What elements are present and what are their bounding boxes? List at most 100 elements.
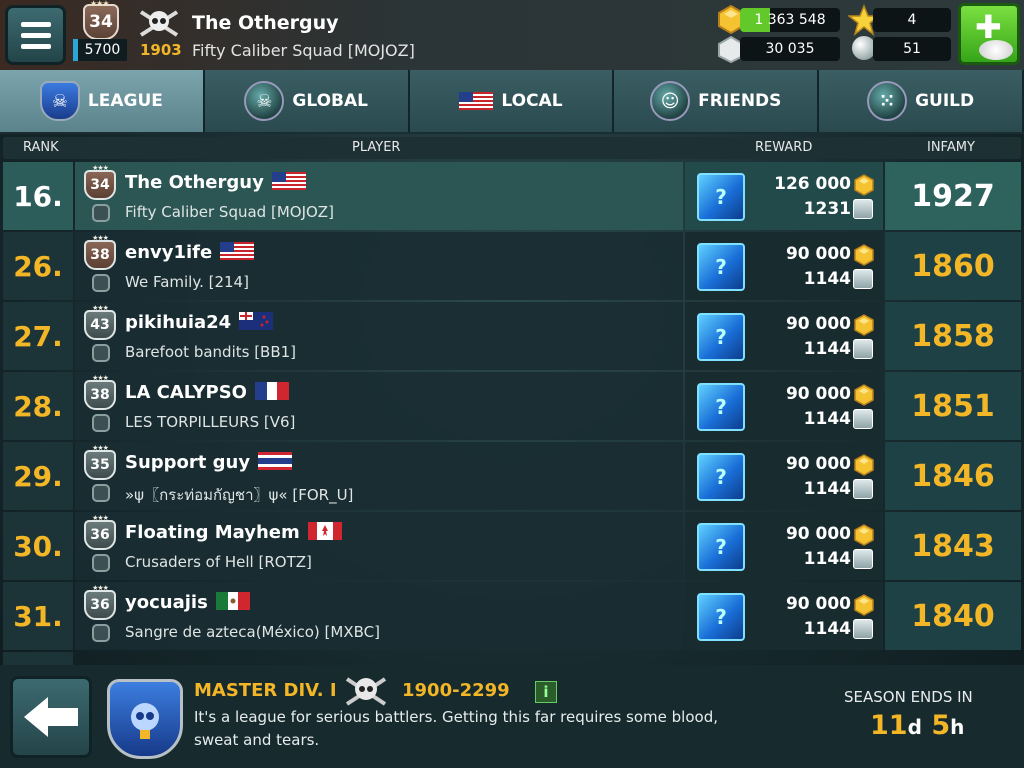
rank-stars-icon: ★★★ — [92, 374, 109, 382]
reward-silver: 1144 — [803, 619, 851, 639]
guild-icon — [92, 274, 110, 292]
tab-label: GLOBAL — [292, 91, 368, 111]
player-cell: ★★★ 38 LA CALYPSO LES TORPILLEURS [V6] — [75, 372, 683, 440]
player-guild: We Family. [214] — [125, 273, 249, 291]
player-name-line: Floating Mayhem — [125, 522, 342, 543]
table-row[interactable]: 31. ★★★ 36 yocuajis Sangre de azteca(Méxi… — [3, 582, 1021, 650]
rank-stars-icon: ★★★ — [92, 444, 109, 452]
us-flag-icon — [459, 92, 494, 110]
menu-button[interactable] — [5, 5, 66, 65]
tab-friends[interactable]: ☺ FRIENDS — [614, 70, 820, 132]
gold-icon — [854, 244, 874, 266]
table-row[interactable]: 30. ★★★ 36 Floating Mayhem Crusaders of H… — [3, 512, 1021, 580]
tab-guild[interactable]: ⁙ GUILD — [819, 70, 1024, 132]
reward-chest-icon: ? — [697, 313, 745, 361]
reward-chest-icon: ? — [697, 523, 745, 571]
reward-chest-icon: ? — [697, 173, 745, 221]
reward-gold: 90 000 — [785, 384, 851, 404]
tab-local[interactable]: LOCAL — [409, 70, 615, 132]
rank-value: 16. — [13, 179, 63, 213]
gold-icon — [854, 384, 874, 406]
guild-icon — [92, 624, 110, 642]
tab-global[interactable]: ☠ GLOBAL — [204, 70, 410, 132]
days-unit: d — [907, 715, 922, 739]
table-row[interactable]: 29. ★★★ 35 Support guy »ψ〖กระท่อมกัญชา〗ψ«… — [3, 442, 1021, 510]
player-cell: ★★★ 38 envy1ife We Family. [214] — [75, 232, 683, 300]
player-level: 43 — [90, 317, 110, 333]
player-name-line: The Otherguy — [125, 172, 306, 193]
reward-chest-icon: ? — [697, 593, 745, 641]
header-rank: RANK — [23, 140, 59, 155]
season-label: SEASON ENDS IN — [844, 688, 973, 706]
header-infamy: INFAMY — [927, 140, 975, 155]
pearl-counter: 51 — [873, 37, 951, 61]
country-flag-icon — [239, 312, 274, 330]
player-level-badge: ★★★ 34 — [84, 164, 116, 200]
tab-label: LEAGUE — [87, 91, 163, 111]
reward-cell: ? 90 000 1144 — [685, 232, 883, 300]
country-flag-icon — [271, 172, 306, 190]
rank-value: 31. — [13, 599, 63, 633]
player-guild: Barefoot bandits [BB1] — [125, 343, 297, 361]
player-guild: Fifty Caliber Squad [MOJOZ] — [192, 41, 415, 60]
reward-cell: ? 90 000 1144 — [685, 302, 883, 370]
country-flag-icon — [258, 452, 293, 470]
reward-silver: 1144 — [803, 339, 851, 359]
table-row[interactable]: 26. ★★★ 38 envy1ife We Family. [214] ? 90… — [3, 232, 1021, 300]
pearl-value: 51 — [903, 41, 921, 57]
player-level-badge: ★★★ 43 — [84, 304, 116, 340]
rank-cell: 27. — [3, 302, 73, 370]
reward-gold: 90 000 — [785, 244, 851, 264]
season-days: 11 — [870, 710, 908, 741]
back-button[interactable] — [10, 676, 92, 758]
table-row[interactable]: 27. ★★★ 43 pikihuia24 Barefoot bandits [B… — [3, 302, 1021, 370]
infamy-value: 1851 — [911, 388, 995, 424]
shop-add-button[interactable]: ✚ — [958, 3, 1020, 65]
player-name: LA CALYPSO — [125, 382, 247, 403]
player-level-badge: ★★★ 38 — [84, 234, 116, 270]
silver-icon — [853, 339, 873, 359]
table-row-current-player[interactable]: 16. ★★★ 34 The Otherguy Fifty Caliber Squ… — [3, 162, 1021, 230]
player-name-line: pikihuia24 — [125, 312, 274, 333]
rank-stars-icon: ★★★ — [92, 164, 109, 172]
header-reward: REWARD — [755, 140, 813, 155]
player-level-badge[interactable]: ★★★ 34 — [83, 0, 119, 40]
infamy-cell: 1840 — [885, 582, 1021, 650]
rank-cell: 30. — [3, 512, 73, 580]
tab-league[interactable]: ☠ LEAGUE — [0, 70, 205, 132]
gold-icon — [854, 594, 874, 616]
table-row-partial — [3, 652, 1021, 665]
player-cell: ★★★ 43 pikihuia24 Barefoot bandits [BB1] — [75, 302, 683, 370]
infamy-value: 1858 — [911, 318, 995, 354]
global-skull-icon: ☠ — [244, 81, 285, 121]
guild-icon: ⁙ — [867, 81, 908, 121]
player-guild: »ψ〖กระท่อมกัญชา〗ψ« [FOR_U] — [125, 486, 354, 504]
silver-counter: 30 035 — [740, 37, 840, 61]
reward-gold: 126 000 — [774, 174, 851, 194]
table-row[interactable]: 28. ★★★ 38 LA CALYPSO LES TORPILLEURS [V6… — [3, 372, 1021, 440]
header-player: PLAYER — [352, 140, 401, 155]
player-name-line: envy1ife — [125, 242, 255, 263]
player-level: 36 — [90, 597, 110, 613]
player-cell: ★★★ 36 Floating Mayhem Crusaders of Hell … — [75, 512, 683, 580]
leaderboard-list[interactable]: 16. ★★★ 34 The Otherguy Fifty Caliber Squ… — [3, 162, 1021, 665]
reward-cell: ? 90 000 1144 — [685, 582, 883, 650]
info-button[interactable]: i — [535, 681, 557, 703]
reward-silver: 1144 — [803, 549, 851, 569]
rank-stars-icon: ★★★ — [92, 514, 109, 522]
gold-counter: 1 363 548 — [740, 8, 840, 32]
leaderboard-tabs: ☠ LEAGUE ☠ GLOBAL LOCAL ☺ FRIENDS ⁙ GUIL… — [0, 70, 1024, 134]
guild-icon — [92, 414, 110, 432]
player-name-line: LA CALYPSO — [125, 382, 289, 403]
player-name-line: Support guy — [125, 452, 293, 473]
tab-label: GUILD — [915, 91, 975, 111]
reward-silver: 1144 — [803, 269, 851, 289]
column-header: RANK PLAYER REWARD INFAMY — [3, 137, 1021, 159]
infamy-value: 1846 — [911, 458, 995, 494]
reward-cell: ? 90 000 1144 — [685, 442, 883, 510]
gold-value: 1 363 548 — [754, 12, 826, 28]
infamy-cell: 1858 — [885, 302, 1021, 370]
player-level: 38 — [90, 387, 110, 403]
rank-value: 28. — [13, 389, 63, 423]
reward-silver: 1231 — [803, 199, 851, 219]
